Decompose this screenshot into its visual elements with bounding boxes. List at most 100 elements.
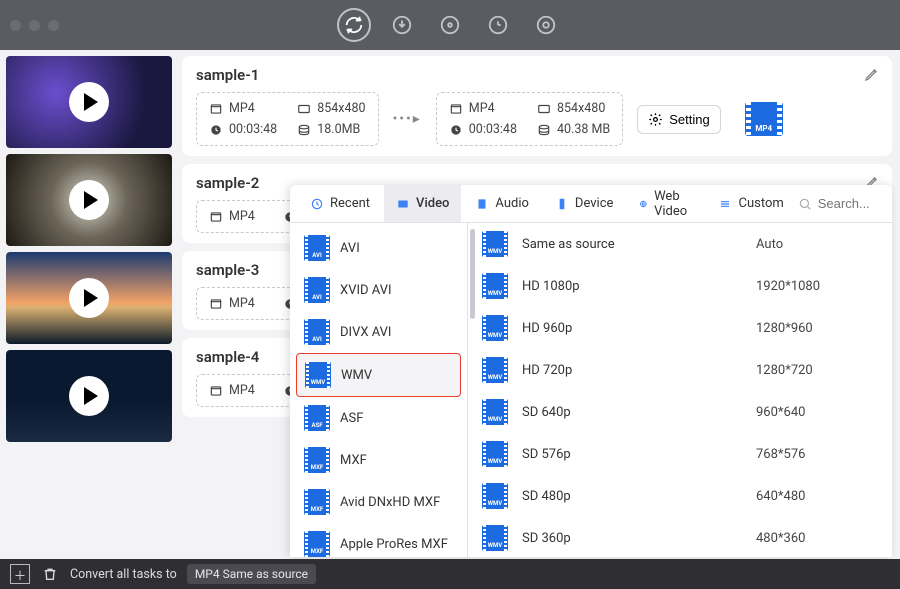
scrollbar-thumb[interactable] — [470, 229, 475, 319]
format-icon — [209, 297, 223, 311]
output-info-box: MP4 854x480 00:03:48 40.38 MB — [436, 92, 623, 146]
resolution-icon — [537, 102, 551, 116]
format-label: Apple ProRes MXF — [340, 537, 448, 552]
tab-web-video[interactable]: Web Video — [627, 185, 704, 222]
format-label: ASF — [340, 411, 363, 426]
format-item-avid-dnxhd-mxf[interactable]: MXF Avid DNxHD MXF — [296, 481, 461, 523]
format-icon — [209, 210, 223, 224]
convert-all-value[interactable]: MP4 Same as source — [187, 564, 316, 584]
preset-label: HD 960p — [522, 321, 742, 336]
video-thumbnail[interactable] — [6, 154, 172, 246]
preset-item[interactable]: WMV HD 960p 1280*960 — [468, 307, 892, 349]
search-box[interactable] — [798, 196, 892, 211]
preset-resolution: 480*360 — [756, 531, 805, 546]
format-label: Avid DNxHD MXF — [340, 495, 440, 510]
in-format: MP4 — [229, 101, 255, 116]
preset-item[interactable]: WMVHD 720p1280*720 — [468, 349, 892, 391]
preset-file-icon: WMV — [482, 441, 508, 467]
format-file-icon: MXF — [304, 531, 330, 557]
add-task-icon[interactable]: ＋ — [10, 564, 30, 584]
format-label: AVI — [340, 241, 360, 256]
disk-icon — [297, 123, 311, 137]
play-icon[interactable] — [69, 180, 109, 220]
disc-tool-icon[interactable] — [433, 8, 467, 42]
preset-item[interactable]: WMVHD 1080p1920*1080 — [468, 265, 892, 307]
preset-list[interactable]: WMVSame as sourceAutoWMVHD 1080p1920*108… — [468, 223, 892, 557]
in-size: 18.0MB — [317, 122, 360, 137]
preset-item[interactable]: WMVSD 640p960*640 — [468, 391, 892, 433]
preset-label: SD 360p — [522, 531, 742, 546]
convert-tool-icon[interactable] — [337, 8, 371, 42]
preset-label: HD 720p — [522, 363, 742, 378]
video-thumbnail[interactable] — [6, 350, 172, 442]
in-res: 854x480 — [317, 101, 365, 116]
task-title: sample-1 — [196, 66, 878, 84]
preset-label: SD 576p — [522, 447, 742, 462]
task-card: sample-1 MP4 854x480 00:03:48 18.0MB •••… — [182, 56, 892, 156]
preset-label: SD 480p — [522, 489, 742, 504]
format-label: MXF — [340, 453, 367, 468]
format-label: DIVX AVI — [340, 325, 391, 340]
tab-audio[interactable]: Audio — [463, 185, 540, 222]
preset-item[interactable]: WMVSD 360p480*360 — [468, 517, 892, 557]
format-icon — [209, 102, 223, 116]
edit-icon[interactable] — [864, 66, 880, 86]
preset-file-icon: WMV — [482, 483, 508, 509]
preset-file-icon: WMV — [482, 273, 508, 299]
format-item-divx-avi[interactable]: AVI DIVX AVI — [296, 311, 461, 353]
input-info-box: MP4 854x480 00:03:48 18.0MB — [196, 92, 379, 146]
preset-item[interactable]: WMVSD 480p640*480 — [468, 475, 892, 517]
format-item-mxf[interactable]: MXFMXF — [296, 439, 461, 481]
toolbar — [337, 8, 563, 42]
format-item-wmv[interactable]: WMV WMV — [296, 353, 461, 397]
popup-tabs: Recent Video Audio Device Web Video Cust… — [290, 185, 892, 223]
out-duration: 00:03:48 — [469, 122, 517, 137]
format-file-icon: AVI — [304, 277, 330, 303]
play-icon[interactable] — [69, 82, 109, 122]
preset-resolution: 1280*960 — [756, 321, 813, 336]
preset-file-icon: WMV — [482, 399, 508, 425]
format-file-icon: AVI — [304, 319, 330, 345]
format-label: XVID AVI — [340, 283, 392, 298]
tab-device[interactable]: Device — [543, 185, 626, 222]
preset-label: HD 1080p — [522, 279, 742, 294]
format-item-avi[interactable]: AVIAVI — [296, 227, 461, 269]
maximize-window-icon[interactable] — [48, 20, 59, 31]
preset-file-icon: WMV — [482, 231, 508, 257]
play-icon[interactable] — [69, 278, 109, 318]
format-file-icon: WMV — [305, 362, 331, 388]
format-item-xvid-avi[interactable]: AVI XVID AVI — [296, 269, 461, 311]
format-popup: Recent Video Audio Device Web Video Cust… — [290, 185, 892, 557]
clock-icon — [209, 123, 223, 137]
capture-tool-icon[interactable] — [529, 8, 563, 42]
search-input[interactable] — [818, 196, 892, 211]
disk-icon — [537, 123, 551, 137]
minimize-window-icon[interactable] — [29, 20, 40, 31]
video-thumbnail[interactable] — [6, 252, 172, 344]
clock-icon — [449, 123, 463, 137]
format-item-asf[interactable]: ASFASF — [296, 397, 461, 439]
close-window-icon[interactable] — [10, 20, 21, 31]
preset-item[interactable]: WMVSame as sourceAuto — [468, 223, 892, 265]
download-tool-icon[interactable] — [385, 8, 419, 42]
format-list[interactable]: AVIAVIAVIXVID AVIAVIDIVX AVIWMVWMVASFASF… — [290, 223, 468, 557]
output-format-badge[interactable]: MP4 — [745, 102, 783, 136]
setting-button[interactable]: Setting — [637, 105, 720, 134]
format-icon — [209, 384, 223, 398]
preset-item[interactable]: WMVSD 576p768*576 — [468, 433, 892, 475]
preset-file-icon: WMV — [482, 315, 508, 341]
setting-label: Setting — [669, 112, 709, 127]
out-size: 40.38 MB — [557, 122, 610, 137]
tab-recent[interactable]: Recent — [298, 185, 382, 222]
out-res: 854x480 — [557, 101, 605, 116]
preset-file-icon: WMV — [482, 357, 508, 383]
tab-video[interactable]: Video — [384, 185, 461, 222]
tab-custom[interactable]: Custom — [706, 185, 795, 222]
format-label: WMV — [341, 368, 372, 383]
format-item-apple-prores-mxf[interactable]: MXF Apple ProRes MXF — [296, 523, 461, 557]
format-file-icon: MXF — [304, 489, 330, 515]
play-icon[interactable] — [69, 376, 109, 416]
delete-task-icon[interactable] — [40, 564, 60, 584]
record-tool-icon[interactable] — [481, 8, 515, 42]
video-thumbnail[interactable] — [6, 56, 172, 148]
